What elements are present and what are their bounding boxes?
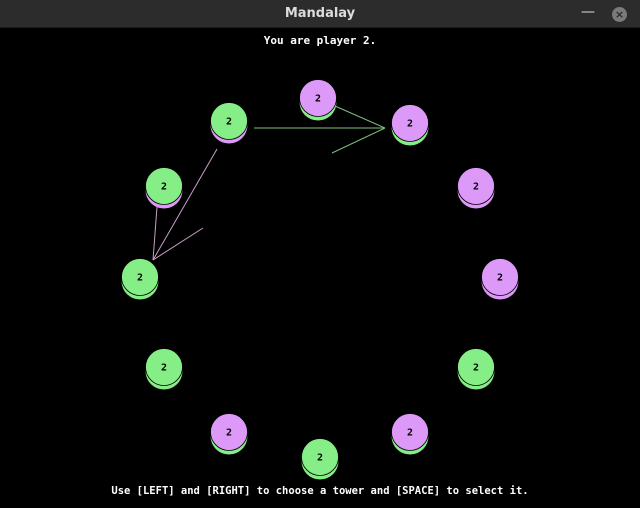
arrow-line xyxy=(331,127,386,154)
arrow-line xyxy=(334,105,386,129)
move-arrows xyxy=(152,105,386,261)
game-board: 2 2 2 2 2 2 2 2 2 2 2 2 xyxy=(121,79,519,480)
tower-count-label: 2 xyxy=(226,117,232,128)
window-title: Mandalay xyxy=(284,6,356,21)
tower-3[interactable]: 2 xyxy=(481,258,519,300)
tower-ring: 2 2 2 2 2 2 2 2 2 2 2 2 xyxy=(121,79,519,480)
tower-count-label: 2 xyxy=(317,453,323,464)
tower-10[interactable]: 2 xyxy=(145,167,183,209)
tower-count-label: 2 xyxy=(137,273,143,284)
tower-1[interactable]: 2 xyxy=(391,104,429,146)
instructions-text: Use [LEFT] and [RIGHT] to choose a tower… xyxy=(111,485,529,497)
close-icon[interactable]: × xyxy=(612,7,627,22)
tower-8[interactable]: 2 xyxy=(145,348,183,390)
minimize-icon[interactable]: — xyxy=(580,5,596,22)
tower-6[interactable]: 2 xyxy=(301,438,339,480)
tower-11[interactable]: 2 xyxy=(210,102,248,144)
tower-count-label: 2 xyxy=(497,273,503,284)
title-bar: Mandalay — × xyxy=(0,0,640,28)
tower-count-label: 2 xyxy=(226,428,232,439)
tower-2[interactable]: 2 xyxy=(457,167,495,209)
player-status: You are player 2. xyxy=(263,34,377,47)
tower-count-label: 2 xyxy=(473,182,479,193)
tower-count-label: 2 xyxy=(407,428,413,439)
tower-count-label: 2 xyxy=(315,94,321,105)
tower-count-label: 2 xyxy=(473,363,479,374)
tower-5[interactable]: 2 xyxy=(391,413,429,455)
tower-count-label: 2 xyxy=(407,119,413,130)
tower-4[interactable]: 2 xyxy=(457,348,495,390)
tower-count-label: 2 xyxy=(161,363,167,374)
arrow-line xyxy=(152,206,158,261)
tower-0[interactable]: 2 xyxy=(299,79,337,121)
tower-9[interactable]: 2 xyxy=(121,258,159,300)
tower-7[interactable]: 2 xyxy=(210,413,248,455)
game-window: Mandalay — × 2 2 2 2 2 2 2 2 2 2 2 2 You are player… xyxy=(0,0,640,508)
tower-count-label: 2 xyxy=(161,182,167,193)
arrow-line xyxy=(152,227,204,261)
